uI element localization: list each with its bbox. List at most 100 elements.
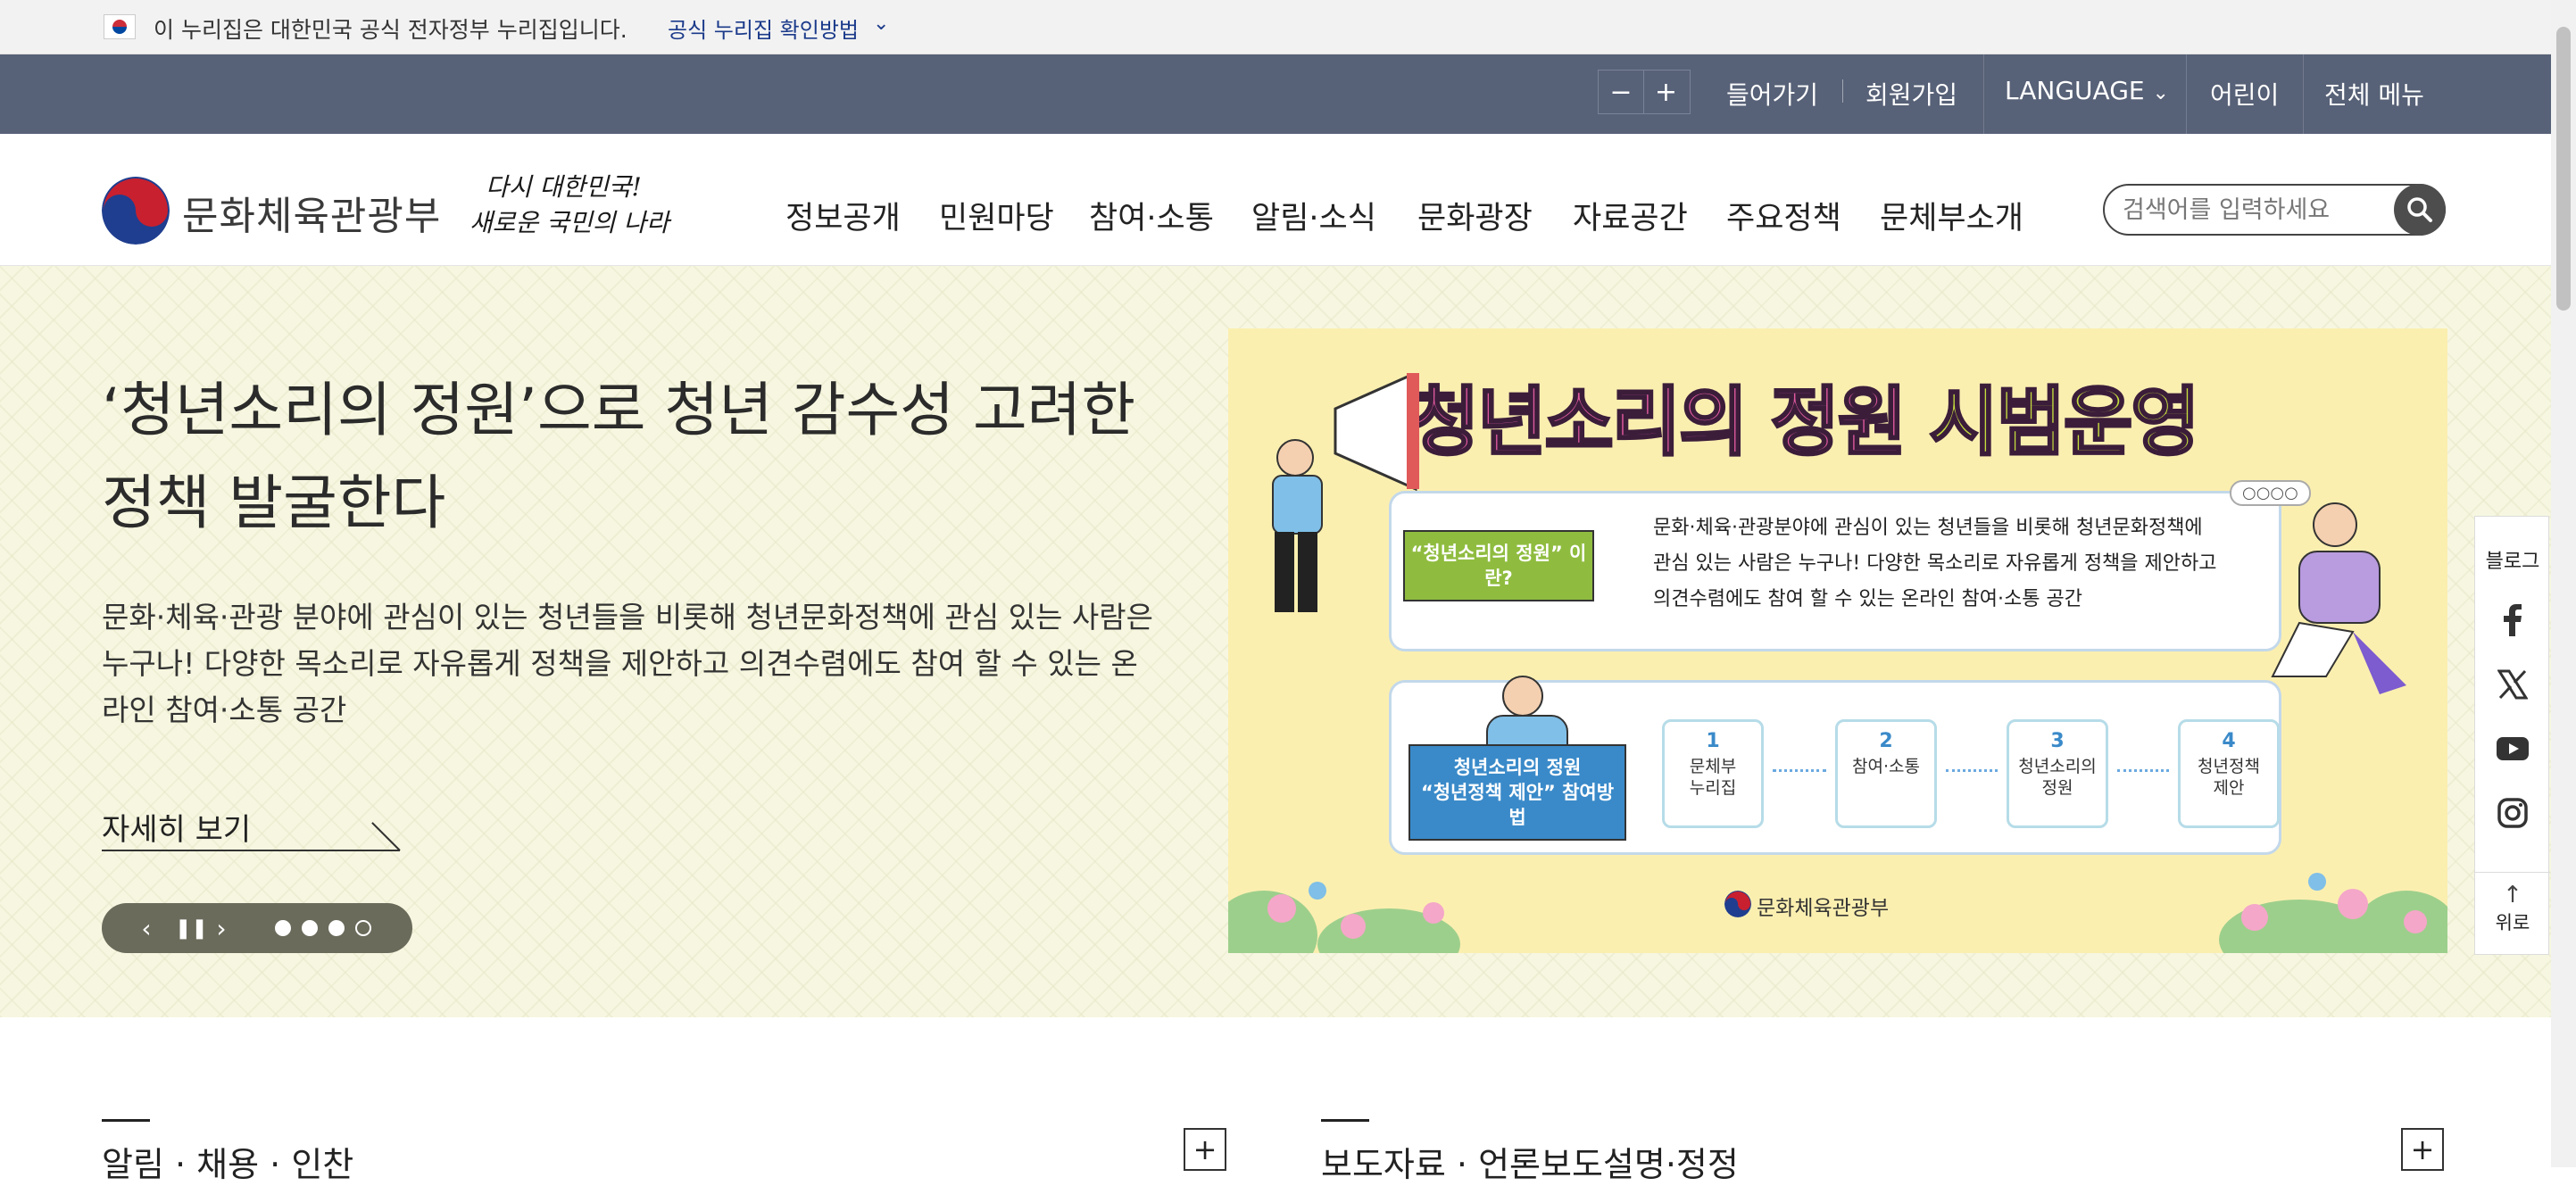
hero-slider: ‘청년소리의 정원’으로 청년 감수성 고려한 정책 발굴한다 문화·체육·관광…	[0, 266, 2551, 1017]
step-number: 1	[1706, 730, 1720, 752]
steps-tag-line: “청년정책 제안” 참여방법	[1420, 782, 1615, 828]
scroll-thumb[interactable]	[2556, 27, 2571, 311]
scroll-top-label: 위로	[2495, 912, 2530, 933]
nav-news[interactable]: 알림·소식	[1251, 193, 1376, 238]
slider-controls: ‹ ❚❚ ›	[102, 903, 412, 953]
notice-more-button[interactable]: +	[1184, 1128, 1226, 1171]
instagram-icon[interactable]	[2497, 797, 2529, 829]
share-rail: 블로그 ↑ 위로	[2474, 516, 2550, 956]
slide-dot[interactable]	[275, 920, 291, 936]
step-number: 3	[2050, 730, 2065, 752]
section-accent	[1321, 1119, 1369, 1122]
x-icon[interactable]	[2497, 668, 2529, 701]
intro-text-line: 문화·체육·관광분야에 관심이 있는 청년들을 비롯해 청년문화정책에	[1653, 517, 2203, 539]
ministry-emblem-icon[interactable]	[102, 177, 170, 245]
site-header: 문화체육관광부 다시 대한민국! 새로운 국민의 나라 정보공개 민원마당 참여…	[0, 134, 2551, 266]
hero-banner-image[interactable]: 청년소리의 정원 시범운영 “청년소리의 정원” 이란? 문화·체육·관광분야에…	[1228, 328, 2447, 953]
slogan: 다시 대한민국! 새로운 국민의 나라	[469, 170, 669, 241]
gov-banner-text: 이 누리집은 대한민국 공식 전자정부 누리집입니다.	[154, 17, 627, 43]
zoom-controls: − +	[1598, 70, 1691, 114]
divider	[2303, 54, 2304, 134]
blog-link[interactable]: 블로그	[2475, 545, 2550, 574]
step-label: 청년소리의	[2018, 757, 2097, 776]
nav-culture-plaza[interactable]: 문화광장	[1417, 193, 1533, 238]
intro-tag: “청년소리의 정원” 이란?	[1403, 530, 1594, 601]
youtube-icon[interactable]	[2497, 733, 2529, 765]
ministry-logo-text[interactable]: 문화체육관광부	[182, 184, 441, 241]
arrow-up-icon: ↑	[2503, 882, 2522, 908]
nav-participation[interactable]: 참여·소통	[1089, 193, 1214, 238]
nav-resources[interactable]: 자료공간	[1573, 193, 1688, 238]
kids-link[interactable]: 어린이	[2210, 76, 2279, 112]
pause-icon[interactable]: ❚❚	[175, 917, 208, 940]
banner-logo-text: 문화체육관광부	[1757, 897, 1890, 920]
slogan-line-1: 다시 대한민국!	[486, 172, 642, 202]
divider	[1842, 79, 1843, 103]
step-arrow	[1946, 769, 1998, 772]
step-box: 1 문체부누리집	[1662, 719, 1764, 828]
banner-title: 청년소리의 정원 시범운영	[1408, 362, 2201, 470]
step-box: 2 참여·소통	[1835, 719, 1937, 828]
gov-verify-link[interactable]: 공식 누리집 확인방법	[668, 12, 859, 44]
search-input[interactable]	[2123, 193, 2372, 227]
utility-bar: − + 들어가기 회원가입 LANGUAGE ⌄ 어린이 전체 메뉴	[0, 54, 2551, 134]
steps-tag: 청년소리의 정원 “청년정책 제안” 참여방법	[1408, 744, 1626, 841]
chevron-down-icon: ⌄	[2152, 82, 2169, 104]
step-box: 3 청년소리의정원	[2007, 719, 2108, 828]
press-section-title[interactable]: 보도자료 · 언론보도설명·정정	[1321, 1137, 1739, 1186]
intro-text-line: 관심 있는 사람은 누구나! 다양한 목소리로 자유롭게 정책을 제안하고	[1653, 552, 2217, 575]
facebook-icon[interactable]	[2497, 604, 2529, 636]
press-more-button[interactable]: +	[2401, 1128, 2444, 1171]
hero-title: ‘청년소리의 정원’으로 청년 감수성 고려한 정책 발굴한다	[102, 376, 1136, 537]
search-box	[2103, 184, 2446, 236]
slide-dot[interactable]	[302, 920, 318, 936]
speech-bubble: ○○○○	[2230, 480, 2311, 506]
divider	[2186, 54, 2187, 134]
more-link[interactable]: 자세히 보기	[102, 805, 401, 851]
search-icon	[2407, 197, 2432, 222]
nav-policies[interactable]: 주요정책	[1726, 193, 1841, 238]
step-label: 제안	[2213, 778, 2245, 798]
language-label: LANGUAGE	[2005, 76, 2145, 105]
language-button[interactable]: LANGUAGE ⌄	[2005, 76, 2169, 105]
signup-link[interactable]: 회원가입	[1866, 76, 1957, 112]
banner-title-b: 시범운영	[1928, 377, 2201, 468]
intro-text: 문화·체육·관광분야에 관심이 있는 청년들을 비롯해 청년문화정책에 관심 있…	[1653, 510, 2278, 618]
login-link[interactable]: 들어가기	[1726, 76, 1818, 112]
divider	[1983, 54, 1984, 134]
notice-section-title[interactable]: 알림 · 채용 · 인찬	[102, 1137, 353, 1186]
gov-banner: 이 누리집은 대한민국 공식 전자정부 누리집입니다. 공식 누리집 확인방법 …	[0, 0, 2551, 54]
hero-description: 문화·체육·관광 분야에 관심이 있는 청년들을 비롯해 청년문화정책에 관심 …	[102, 600, 1153, 727]
step-number: 2	[1879, 730, 1893, 752]
step-arrow	[1773, 769, 1826, 772]
zoom-in-button[interactable]: +	[1643, 70, 1688, 113]
prev-slide-icon[interactable]: ‹	[137, 914, 155, 943]
slide-dot[interactable]	[328, 920, 345, 936]
nav-civil-service[interactable]: 민원마당	[939, 193, 1054, 238]
step-label: 청년정책	[2198, 757, 2260, 776]
step-label: 정원	[2041, 778, 2073, 798]
slide-dot[interactable]	[355, 920, 371, 936]
step-label: 문체부	[1689, 757, 1737, 776]
nav-about[interactable]: 문체부소개	[1880, 193, 2023, 238]
step-number: 4	[2222, 730, 2236, 752]
search-button[interactable]	[2394, 184, 2446, 236]
arrow-icon	[371, 822, 401, 851]
scrollbar[interactable]	[2551, 0, 2576, 1167]
slogan-line-2: 새로운 국민의 나라	[469, 208, 669, 237]
all-menu-button[interactable]: 전체 메뉴	[2324, 76, 2424, 112]
chevron-down-icon[interactable]: ⌄	[873, 12, 889, 35]
zoom-out-button[interactable]: −	[1599, 70, 1643, 113]
nav-info-disclosure[interactable]: 정보공개	[785, 193, 901, 238]
kneeling-person-illustration	[2271, 502, 2406, 694]
step-label: 누리집	[1689, 778, 1737, 798]
section-accent	[102, 1119, 150, 1122]
banner-title-a: 청년소리의 정원	[1408, 377, 1907, 468]
more-label: 자세히 보기	[102, 812, 252, 848]
scroll-top-button[interactable]: ↑ 위로	[2475, 872, 2550, 956]
step-arrow	[2117, 769, 2169, 772]
next-slide-icon[interactable]: ›	[212, 914, 230, 943]
intro-text-line: 의견수렴에도 참여 할 수 있는 온라인 참여·소통 공간	[1653, 588, 2082, 610]
korea-flag-icon	[104, 14, 136, 39]
steps-tag-line: 청년소리의 정원	[1453, 757, 1582, 778]
